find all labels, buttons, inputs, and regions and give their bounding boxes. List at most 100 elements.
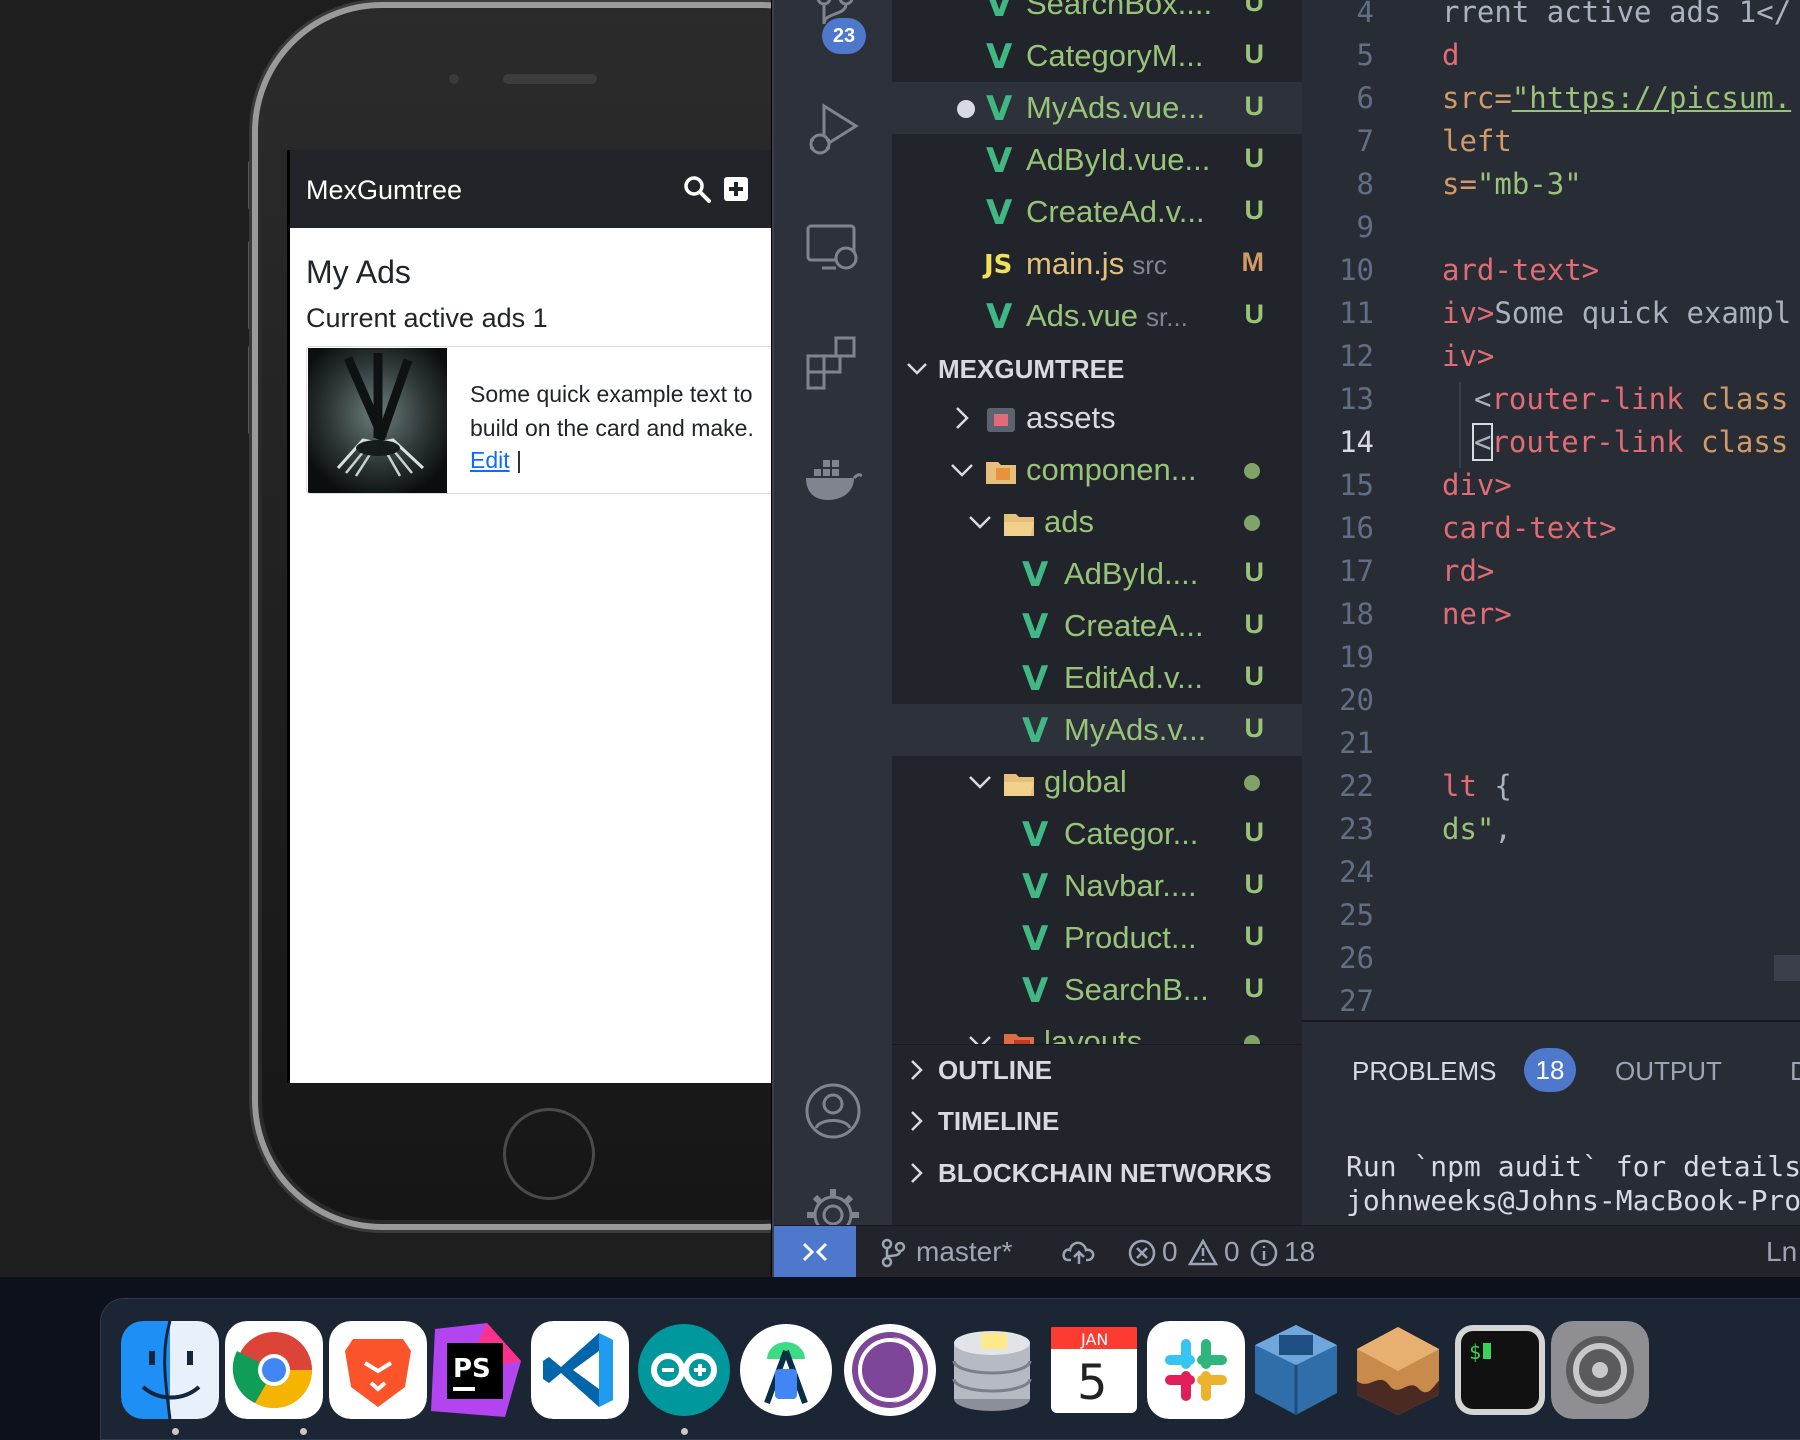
line-number: 8 (1356, 167, 1374, 201)
warning-count[interactable]: 0 (1224, 1236, 1240, 1268)
docker-icon[interactable] (804, 448, 862, 506)
slack-icon[interactable] (1147, 1321, 1245, 1419)
terminal-icon[interactable]: $ (1451, 1321, 1549, 1419)
finder-icon[interactable] (121, 1321, 219, 1419)
home-button[interactable] (503, 1108, 595, 1200)
running-indicator (172, 1428, 179, 1435)
tree-folder-components[interactable]: componen... (892, 444, 1302, 496)
error-count[interactable]: 0 (1162, 1236, 1178, 1268)
open-editor-item[interactable]: V AdById.vue... U (892, 134, 1302, 186)
line-number: 11 (1339, 296, 1374, 330)
remote-icon (802, 1242, 828, 1262)
cloud-upload-icon[interactable] (1062, 1238, 1096, 1266)
code-line: rrent active ads 1</ (1442, 0, 1792, 29)
code-line: iv>Some quick exampl (1442, 296, 1792, 330)
code-line: iv> (1442, 339, 1495, 373)
cursor-position[interactable]: Ln (1766, 1236, 1797, 1268)
open-editor-item[interactable]: JS main.js src M (892, 238, 1302, 290)
open-editor-item-active[interactable]: V MyAds.vue... U (892, 82, 1302, 134)
line-number: 6 (1356, 81, 1374, 115)
ad-actions: Edit | (470, 443, 522, 477)
tree-file[interactable]: V Product... U (892, 912, 1302, 964)
tree-file[interactable]: V Categor... U (892, 808, 1302, 860)
tab-problems[interactable]: PROBLEMS (1352, 1056, 1497, 1087)
timeline-section-header[interactable]: TIMELINE (892, 1096, 1302, 1146)
code-line: src="https://picsum. (1442, 81, 1792, 115)
tab-output[interactable]: OUTPUT (1615, 1056, 1722, 1087)
chevron-right-icon (911, 1060, 923, 1080)
tree-file-active[interactable]: V MyAds.v... U (892, 704, 1302, 756)
open-editor-item[interactable]: V Ads.vue sr... U (892, 290, 1302, 342)
run-debug-icon[interactable] (804, 100, 862, 158)
brave-icon[interactable] (329, 1321, 427, 1419)
chevron-right-icon (956, 407, 969, 429)
tree-file[interactable]: V AdById.... U (892, 548, 1302, 600)
line-number: 10 (1339, 253, 1374, 287)
sublime-merge-icon[interactable] (1349, 1321, 1447, 1419)
edit-link[interactable]: Edit (470, 447, 510, 473)
vue-icon: V (1022, 555, 1049, 595)
virtualbox-icon[interactable] (1247, 1321, 1345, 1419)
tree-file[interactable]: V EditAd.v... U (892, 652, 1302, 704)
phpstorm-icon[interactable]: PS (425, 1321, 523, 1419)
android-studio-icon[interactable] (737, 1321, 835, 1419)
chevron-down-icon (951, 464, 973, 477)
open-editor-item[interactable]: V CategoryM... U (892, 30, 1302, 82)
svg-text:$: $ (1469, 1340, 1481, 1364)
info-count[interactable]: 18 (1284, 1236, 1315, 1268)
chevron-right-icon (911, 1111, 923, 1131)
tree-folder-global[interactable]: global (892, 756, 1302, 808)
blockchain-networks-section-header[interactable]: BLOCKCHAIN NETWORKS (892, 1148, 1302, 1198)
extensions-icon[interactable] (804, 334, 862, 392)
code-line: left (1442, 124, 1512, 158)
problems-count-badge: 18 (1524, 1048, 1576, 1092)
folder-open-icon (1004, 514, 1034, 536)
ad-card: Some quick example text to build on the … (306, 346, 771, 494)
folder-open-icon (1004, 774, 1034, 796)
code-line: ds", (1442, 812, 1512, 846)
arduino-icon[interactable] (635, 1321, 733, 1419)
line-number: 21 (1339, 726, 1374, 760)
line-number: 16 (1339, 511, 1374, 545)
svg-text:PS: PS (453, 1354, 491, 1384)
code-line: card-text> (1442, 511, 1617, 545)
tree-folder-assets[interactable]: assets (892, 392, 1302, 444)
code-editor[interactable]: 4 5 6 7 8 9 10 11 12 13 14 15 16 17 18 1… (1302, 0, 1800, 1020)
explorer-root-header[interactable]: MEXGUMTREE (892, 344, 1302, 394)
line-number: 18 (1339, 597, 1374, 631)
remote-indicator[interactable] (774, 1226, 856, 1277)
line-number: 25 (1339, 898, 1374, 932)
tree-file[interactable]: V CreateA... U (892, 600, 1302, 652)
calendar-icon[interactable]: JAN 5 (1045, 1321, 1143, 1419)
tree-file[interactable]: V Navbar.... U (892, 860, 1302, 912)
line-number: 13 (1339, 382, 1374, 416)
chrome-icon[interactable] (225, 1321, 323, 1419)
open-editor-item[interactable]: V SearchBox.... U (892, 0, 1302, 30)
add-square-icon[interactable] (723, 176, 749, 202)
vscode-icon[interactable] (531, 1321, 629, 1419)
assets-folder-icon (987, 408, 1015, 432)
chevron-right-icon (911, 1163, 923, 1183)
line-number: 22 (1339, 769, 1374, 803)
git-branch[interactable]: master* (916, 1236, 1012, 1268)
account-icon[interactable] (804, 1082, 862, 1140)
tab-debug-console[interactable]: D (1790, 1056, 1800, 1087)
unsaved-dot-icon[interactable] (957, 100, 975, 118)
tree-file[interactable]: V SearchB... U (892, 964, 1302, 1016)
ad-image (308, 348, 447, 493)
horizontal-scrollbar[interactable] (1774, 955, 1800, 981)
code-line: <router-link class (1474, 382, 1789, 416)
remote-explorer-icon[interactable] (804, 218, 862, 276)
tree-folder-ads[interactable]: ads (892, 496, 1302, 548)
more-icon[interactable]: ⋮ (764, 176, 771, 202)
line-number: 24 (1339, 855, 1374, 889)
search-icon[interactable] (682, 174, 712, 204)
navbar-brand[interactable]: MexGumtree (306, 175, 462, 206)
vscode-window: 23 V SearchBox.... U V CategoryM... U V … (772, 0, 1800, 1277)
terminal-line: Run `npm audit` for details (1346, 1150, 1800, 1183)
open-editor-item[interactable]: V CreateAd.v... U (892, 186, 1302, 238)
outline-section-header[interactable]: OUTLINE (892, 1044, 1302, 1094)
tor-browser-icon[interactable] (841, 1321, 939, 1419)
system-preferences-icon[interactable] (1551, 1321, 1649, 1419)
sequel-pro-icon[interactable] (943, 1321, 1041, 1419)
